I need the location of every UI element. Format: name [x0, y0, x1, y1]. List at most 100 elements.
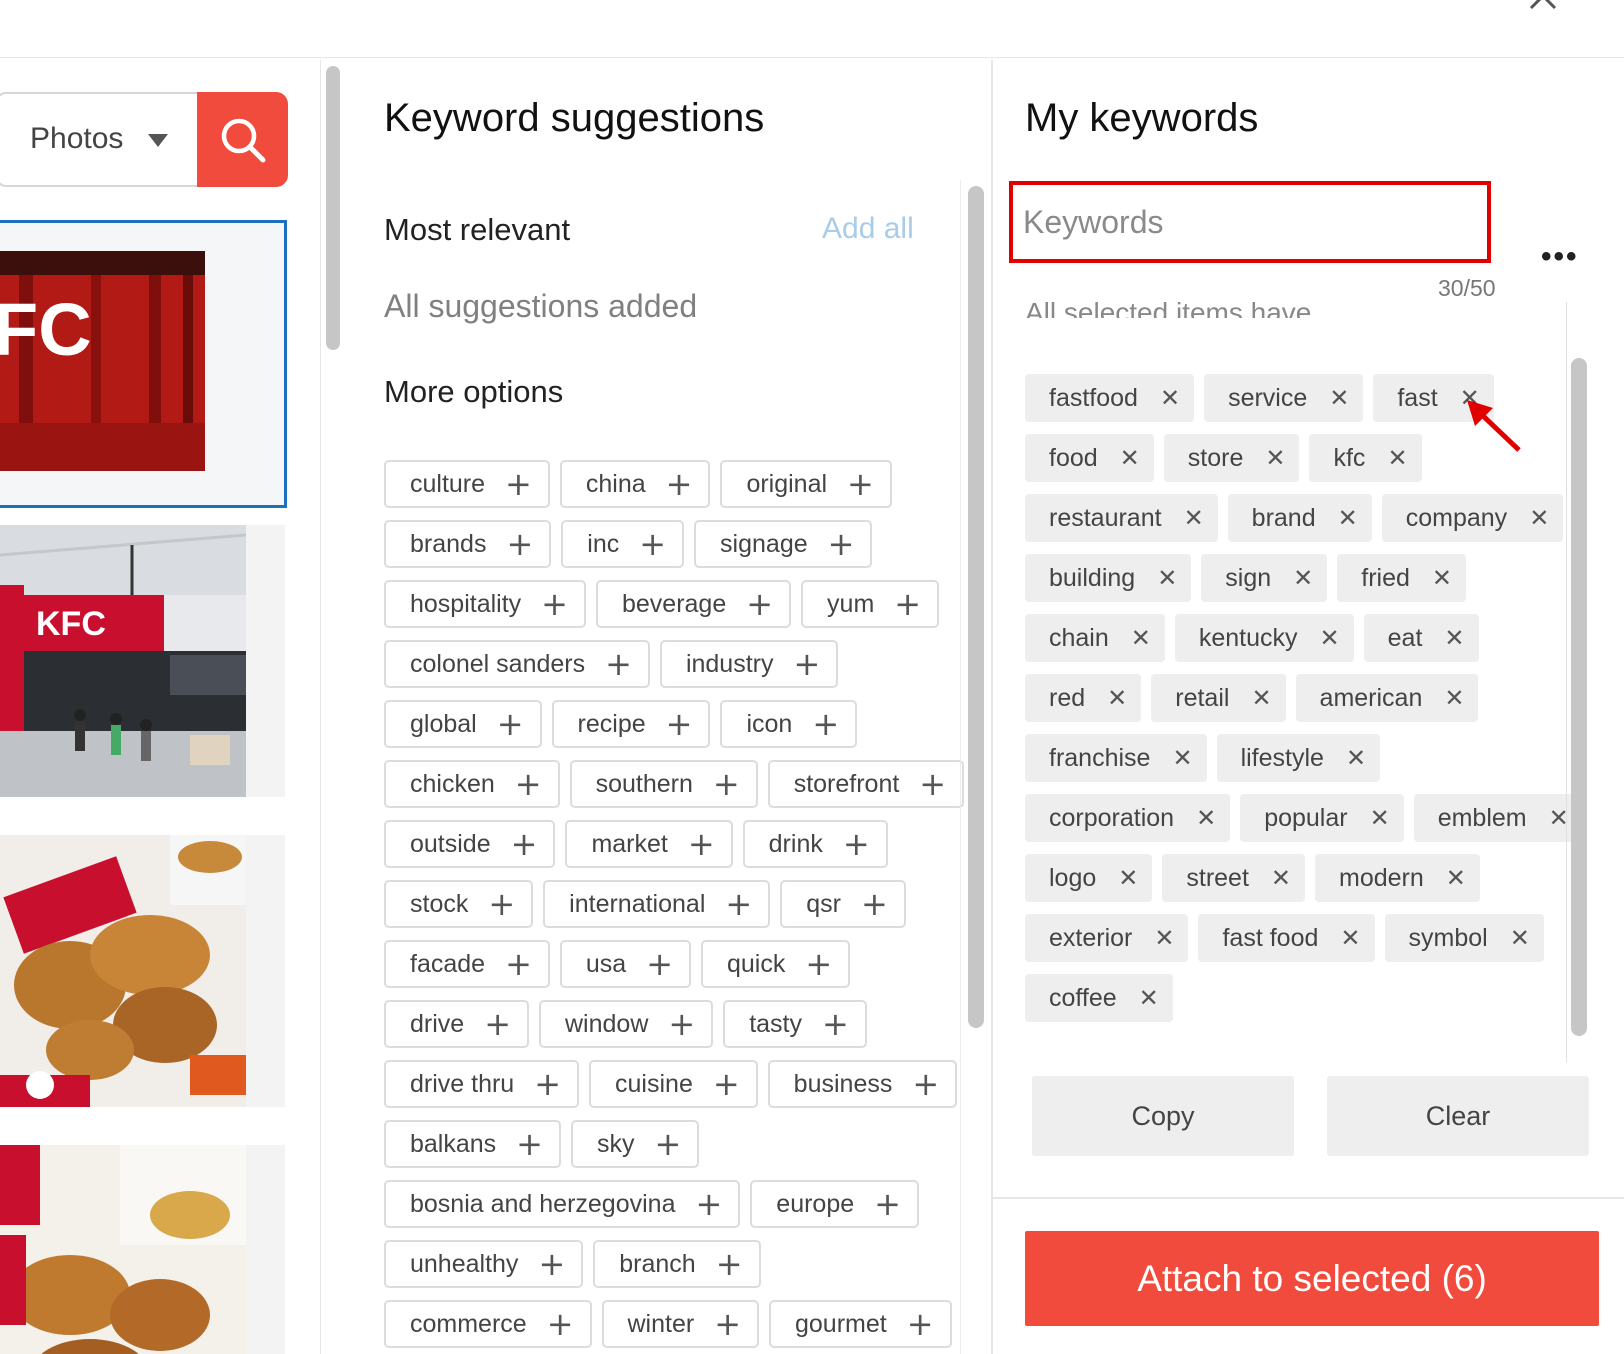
remove-keyword-icon[interactable]: ✕	[1139, 984, 1159, 1012]
suggestion-chip[interactable]: hospitality +	[384, 580, 586, 628]
plus-icon[interactable]: +	[541, 588, 568, 620]
suggestion-chip[interactable]: global +	[384, 700, 542, 748]
remove-keyword-icon[interactable]: ✕	[1510, 924, 1530, 952]
remove-keyword-icon[interactable]: ✕	[1446, 864, 1466, 892]
suggestion-chip[interactable]: balkans +	[384, 1120, 561, 1168]
remove-keyword-icon[interactable]: ✕	[1338, 504, 1358, 532]
add-all-link[interactable]: Add all	[822, 212, 914, 246]
plus-icon[interactable]: +	[894, 588, 921, 620]
remove-keyword-icon[interactable]: ✕	[1529, 504, 1549, 532]
more-icon[interactable]: •••	[1541, 240, 1579, 274]
plus-icon[interactable]: +	[639, 528, 666, 560]
plus-icon[interactable]: +	[812, 708, 839, 740]
plus-icon[interactable]: +	[713, 768, 740, 800]
plus-icon[interactable]: +	[861, 888, 888, 920]
plus-icon[interactable]: +	[907, 1308, 934, 1340]
suggestion-chip[interactable]: industry +	[659, 640, 839, 688]
plus-icon[interactable]: +	[746, 588, 773, 620]
image-thumbnail[interactable]: KFC	[0, 525, 285, 797]
remove-keyword-icon[interactable]: ✕	[1131, 624, 1151, 652]
plus-icon[interactable]: +	[668, 1008, 695, 1040]
suggestion-chip[interactable]: drive +	[384, 1000, 529, 1048]
suggestion-chip[interactable]: bosnia and herzegovina +	[384, 1180, 741, 1228]
suggestion-chip[interactable]: international +	[543, 880, 771, 928]
remove-keyword-icon[interactable]: ✕	[1160, 384, 1180, 412]
plus-icon[interactable]: +	[488, 888, 515, 920]
plus-icon[interactable]: +	[919, 768, 946, 800]
remove-keyword-icon[interactable]: ✕	[1265, 444, 1285, 472]
suggestion-chip[interactable]: inc +	[561, 520, 685, 568]
keywords-input[interactable]	[1023, 197, 1473, 247]
remove-keyword-icon[interactable]: ✕	[1346, 744, 1366, 772]
plus-icon[interactable]: +	[505, 948, 532, 980]
remove-keyword-icon[interactable]: ✕	[1444, 624, 1464, 652]
plus-icon[interactable]: +	[912, 1068, 939, 1100]
image-thumbnail[interactable]: FC	[0, 220, 287, 508]
plus-icon[interactable]: +	[506, 528, 533, 560]
suggestion-chip[interactable]: europe +	[750, 1180, 919, 1228]
suggestion-chip[interactable]: quick +	[701, 940, 851, 988]
remove-keyword-icon[interactable]: ✕	[1107, 684, 1127, 712]
suggestion-chip[interactable]: qsr +	[780, 880, 906, 928]
suggestion-chip[interactable]: chicken +	[384, 760, 560, 808]
suggestion-chip[interactable]: drink +	[742, 820, 888, 868]
suggestion-chip[interactable]: cuisine +	[589, 1060, 758, 1108]
suggestion-chip[interactable]: southern +	[569, 760, 758, 808]
plus-icon[interactable]: +	[828, 528, 855, 560]
close-icon[interactable]	[1525, 0, 1561, 10]
remove-keyword-icon[interactable]: ✕	[1172, 744, 1192, 772]
remove-keyword-icon[interactable]: ✕	[1154, 924, 1174, 952]
remove-keyword-icon[interactable]: ✕	[1432, 564, 1452, 592]
suggestion-chip[interactable]: culture +	[384, 460, 550, 508]
copy-button[interactable]: Copy	[1032, 1076, 1294, 1156]
suggestion-chip[interactable]: usa +	[559, 940, 691, 988]
plus-icon[interactable]: +	[511, 828, 538, 860]
remove-keyword-icon[interactable]: ✕	[1120, 444, 1140, 472]
suggestion-chip[interactable]: business +	[767, 1060, 958, 1108]
remove-keyword-icon[interactable]: ✕	[1118, 864, 1138, 892]
plus-icon[interactable]: +	[805, 948, 832, 980]
plus-icon[interactable]: +	[497, 708, 524, 740]
left-scrollbar[interactable]	[326, 66, 340, 350]
plus-icon[interactable]: +	[605, 648, 632, 680]
remove-keyword-icon[interactable]: ✕	[1444, 684, 1464, 712]
suggestion-chip[interactable]: facade +	[384, 940, 550, 988]
suggestion-chip[interactable]: china +	[559, 460, 711, 508]
plus-icon[interactable]: +	[646, 948, 673, 980]
plus-icon[interactable]: +	[716, 1248, 743, 1280]
image-thumbnail[interactable]	[0, 835, 285, 1107]
plus-icon[interactable]: +	[793, 648, 820, 680]
search-button[interactable]	[197, 92, 288, 187]
remove-keyword-icon[interactable]: ✕	[1329, 384, 1349, 412]
remove-keyword-icon[interactable]: ✕	[1320, 624, 1340, 652]
remove-keyword-icon[interactable]: ✕	[1293, 564, 1313, 592]
suggestion-chip[interactable]: unhealthy +	[384, 1240, 584, 1288]
plus-icon[interactable]: +	[515, 768, 542, 800]
plus-icon[interactable]: +	[538, 1248, 565, 1280]
middle-scrollbar[interactable]	[968, 186, 984, 1028]
suggestion-chip[interactable]: branch +	[593, 1240, 761, 1288]
clear-button[interactable]: Clear	[1327, 1076, 1589, 1156]
plus-icon[interactable]: +	[725, 888, 752, 920]
plus-icon[interactable]: +	[688, 828, 715, 860]
suggestion-chip[interactable]: market +	[565, 820, 733, 868]
suggestion-chip[interactable]: storefront +	[767, 760, 965, 808]
plus-icon[interactable]: +	[534, 1068, 561, 1100]
plus-icon[interactable]: +	[516, 1128, 543, 1160]
plus-icon[interactable]: +	[654, 1128, 681, 1160]
suggestion-chip[interactable]: stock +	[384, 880, 534, 928]
keywords-scrollbar[interactable]	[1571, 358, 1587, 1036]
suggestion-chip[interactable]: winter +	[601, 1300, 759, 1348]
image-thumbnail[interactable]	[0, 1145, 285, 1354]
suggestion-chip[interactable]: icon +	[720, 700, 858, 748]
plus-icon[interactable]: +	[505, 468, 532, 500]
plus-icon[interactable]: +	[874, 1188, 901, 1220]
suggestion-chip[interactable]: brands +	[384, 520, 552, 568]
remove-keyword-icon[interactable]: ✕	[1370, 804, 1390, 832]
suggestion-chip[interactable]: sky +	[570, 1120, 700, 1168]
suggestion-chip[interactable]: commerce +	[384, 1300, 592, 1348]
suggestion-chip[interactable]: recipe +	[551, 700, 711, 748]
plus-icon[interactable]: +	[822, 1008, 849, 1040]
plus-icon[interactable]: +	[547, 1308, 574, 1340]
suggestion-chip[interactable]: outside +	[384, 820, 556, 868]
